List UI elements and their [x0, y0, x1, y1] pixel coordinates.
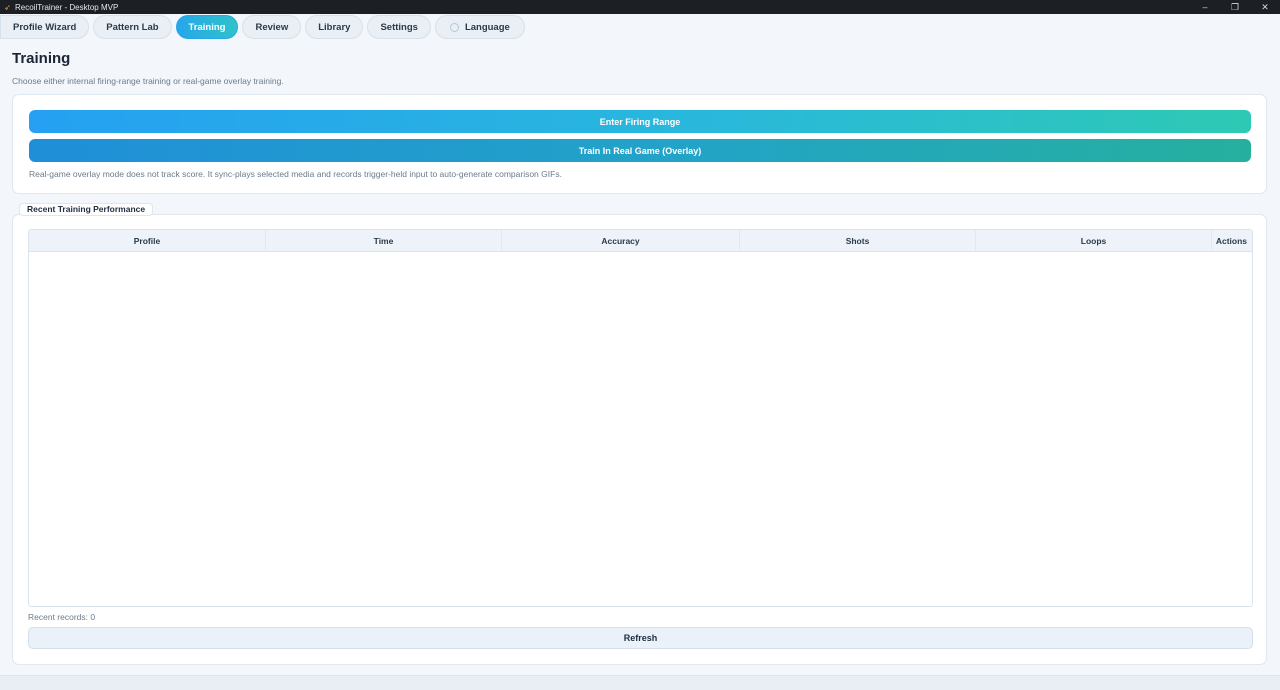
- recent-records-count: Recent records: 0: [28, 612, 96, 622]
- overlay-mode-note: Real-game overlay mode does not track sc…: [29, 169, 562, 179]
- main-tabs: Profile Wizard Pattern Lab Training Revi…: [0, 14, 1280, 40]
- table-header: Profile Time Accuracy Shots Loops Action…: [29, 229, 1252, 252]
- column-header-actions[interactable]: Actions: [1212, 230, 1252, 252]
- window-title: RecoilTrainer - Desktop MVP: [15, 2, 119, 12]
- column-header-loops[interactable]: Loops: [976, 229, 1212, 252]
- page-subtitle: Choose either internal firing-range trai…: [12, 76, 284, 86]
- performance-group-title: Recent Training Performance: [19, 203, 154, 216]
- tab-settings[interactable]: Settings: [367, 15, 431, 39]
- tab-label: Review: [255, 21, 289, 33]
- tab-label: Pattern Lab: [106, 21, 159, 33]
- status-strip: [0, 675, 1280, 690]
- tab-profile-wizard[interactable]: Profile Wizard: [0, 15, 90, 39]
- train-overlay-button[interactable]: Train In Real Game (Overlay): [29, 139, 1251, 162]
- tab-label: Training: [188, 21, 226, 33]
- close-icon[interactable]: ✕: [1250, 0, 1280, 14]
- tab-pattern-lab[interactable]: Pattern Lab: [93, 15, 172, 39]
- performance-group: Profile Time Accuracy Shots Loops Action…: [12, 214, 1267, 665]
- column-header-profile[interactable]: Profile: [29, 229, 266, 252]
- tab-label: Profile Wizard: [13, 21, 77, 33]
- tab-review[interactable]: Review: [242, 15, 302, 39]
- performance-table: Profile Time Accuracy Shots Loops Action…: [28, 229, 1253, 607]
- tab-label: Settings: [380, 21, 418, 33]
- app-logo-icon: ➶: [4, 2, 11, 12]
- enter-firing-range-button[interactable]: Enter Firing Range: [29, 110, 1251, 133]
- minimize-icon[interactable]: –: [1190, 0, 1220, 14]
- column-header-accuracy[interactable]: Accuracy: [502, 229, 740, 252]
- tab-language[interactable]: Language: [434, 15, 525, 39]
- page-title: Training: [12, 50, 71, 67]
- column-header-time[interactable]: Time: [266, 229, 502, 252]
- globe-icon: [449, 22, 459, 32]
- tab-label: Library: [318, 21, 351, 33]
- tab-library[interactable]: Library: [305, 15, 364, 39]
- tab-label: Language: [464, 21, 510, 33]
- maximize-icon[interactable]: ❐: [1220, 0, 1250, 14]
- refresh-button[interactable]: Refresh: [28, 627, 1253, 649]
- column-header-shots[interactable]: Shots: [740, 229, 976, 252]
- training-actions-card: Enter Firing Range Train In Real Game (O…: [12, 94, 1267, 194]
- window-titlebar: ➶ RecoilTrainer - Desktop MVP – ❐ ✕: [0, 0, 1280, 14]
- tab-training[interactable]: Training: [175, 15, 239, 39]
